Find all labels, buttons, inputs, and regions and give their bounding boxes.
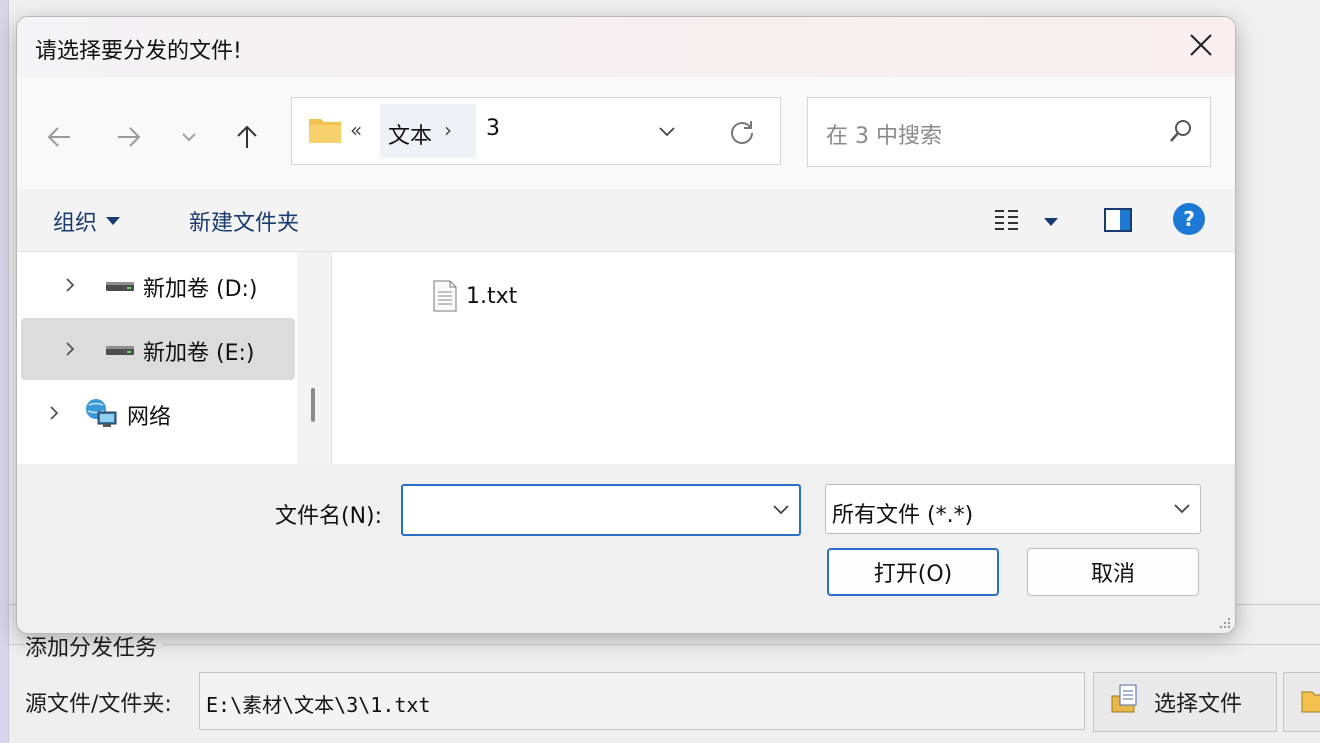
folder-icon xyxy=(308,116,342,148)
chevron-down-icon xyxy=(773,505,789,515)
help-icon[interactable]: ? xyxy=(1173,203,1205,235)
scrollbar-thumb[interactable] xyxy=(311,388,315,422)
filename-history-dropdown[interactable] xyxy=(771,502,791,522)
chevron-right-icon xyxy=(66,278,75,292)
chevron-right-icon xyxy=(50,406,59,420)
dialog-footer: 文件名(N): 所有文件 (*.*) 打开(O) 取消 xyxy=(17,464,1235,633)
address-bar[interactable]: « 文本 › 3 xyxy=(291,97,781,165)
drive-icon xyxy=(106,282,134,291)
organize-menu[interactable]: 组织 xyxy=(53,205,121,237)
organize-label: 组织 xyxy=(53,211,98,236)
refresh-icon xyxy=(731,121,753,144)
breadcrumb-segment-parent[interactable]: 文本 › xyxy=(380,104,476,158)
source-label: 源文件/文件夹: xyxy=(25,692,172,717)
refresh-button[interactable] xyxy=(728,118,756,150)
text-file-icon xyxy=(433,280,457,312)
tree-item-network[interactable]: 网络 xyxy=(21,382,295,444)
filename-input[interactable] xyxy=(411,494,755,526)
command-bar: 组织 新建文件夹 ? xyxy=(17,189,1235,252)
tree-item-drive-e[interactable]: 新加卷 (E:) xyxy=(21,318,295,380)
close-button[interactable] xyxy=(1167,17,1235,73)
back-button[interactable] xyxy=(39,117,79,157)
group-box-border xyxy=(9,644,1320,645)
new-folder-label: 新建文件夹 xyxy=(189,211,300,236)
close-icon xyxy=(1190,34,1212,56)
search-placeholder: 在 3 中搜索 xyxy=(826,124,942,149)
choose-file-label: 选择文件 xyxy=(1154,692,1243,717)
choose-folder-button[interactable] xyxy=(1283,672,1320,732)
tree-item-drive-d[interactable]: 新加卷 (D:) xyxy=(21,254,295,316)
chevron-down-icon xyxy=(1174,504,1190,514)
cancel-button[interactable]: 取消 xyxy=(1027,548,1199,596)
breadcrumb-separator[interactable]: › xyxy=(444,118,452,142)
change-view-button[interactable] xyxy=(993,207,1021,235)
group-title: 添加分发任务 xyxy=(25,630,164,662)
chevron-down-icon xyxy=(182,133,196,142)
resize-grip-icon[interactable] xyxy=(1217,615,1231,629)
filename-combobox[interactable] xyxy=(401,484,801,536)
filename-label: 文件名(N): xyxy=(275,504,383,529)
caret-down-icon xyxy=(106,217,121,225)
folder-icon xyxy=(1300,682,1320,722)
details-view-icon xyxy=(995,210,1018,230)
source-path-input[interactable]: E:\素材\文本\3\1.txt xyxy=(199,672,1085,730)
chevron-right-icon xyxy=(66,342,75,356)
forward-button[interactable] xyxy=(109,117,149,157)
file-type-select[interactable]: 所有文件 (*.*) xyxy=(825,484,1201,534)
preview-pane-icon xyxy=(1104,208,1132,232)
view-options-dropdown[interactable] xyxy=(1043,213,1059,232)
file-icon xyxy=(1110,682,1144,722)
tree-item-label: 网络 xyxy=(127,405,172,430)
choose-file-button[interactable]: 选择文件 xyxy=(1093,672,1277,732)
search-box[interactable]: 在 3 中搜索 xyxy=(807,97,1211,167)
arrow-left-icon xyxy=(47,127,70,147)
address-history-dropdown[interactable] xyxy=(656,122,678,146)
navigation-bar: « 文本 › 3 在 3 中搜索 xyxy=(17,77,1235,189)
open-button[interactable]: 打开(O) xyxy=(827,548,999,596)
dialog-title: 请选择要分发的文件! xyxy=(35,39,242,64)
file-type-value: 所有文件 (*.*) xyxy=(832,503,974,528)
arrow-right-icon xyxy=(118,127,141,147)
chevron-down-icon xyxy=(659,127,675,137)
arrow-up-icon xyxy=(237,125,257,148)
new-folder-button[interactable]: 新建文件夹 xyxy=(189,205,299,237)
file-name: 1.txt xyxy=(466,283,518,309)
dialog-titlebar: 请选择要分发的文件! xyxy=(17,17,1235,77)
drive-icon xyxy=(106,346,134,355)
network-icon xyxy=(86,399,117,427)
caret-down-icon xyxy=(1044,218,1058,226)
tree-item-label: 新加卷 (E:) xyxy=(143,341,255,366)
file-type-dropdown[interactable] xyxy=(1172,501,1192,521)
address-overflow[interactable]: « xyxy=(350,118,362,142)
recent-locations-button[interactable] xyxy=(169,117,209,157)
breadcrumb-segment-current[interactable]: 3 xyxy=(486,116,500,141)
navigation-pane: 新加卷 (D:) 新加卷 (E:) 网络 xyxy=(17,252,297,464)
file-item[interactable]: 1.txt xyxy=(432,280,517,312)
navigation-pane-scrollbar[interactable] xyxy=(297,252,332,464)
search-icon xyxy=(1168,118,1194,148)
tree-item-label: 新加卷 (D:) xyxy=(143,277,258,302)
open-file-dialog: 请选择要分发的文件! « 文本 › 3 在 3 中搜索 组织 新建文件夹 ? 新… xyxy=(16,16,1236,634)
file-list: 1.txt xyxy=(332,252,1235,464)
preview-pane-button[interactable] xyxy=(1103,207,1133,237)
breadcrumb-label: 文本 xyxy=(388,124,433,149)
up-button[interactable] xyxy=(227,117,267,157)
